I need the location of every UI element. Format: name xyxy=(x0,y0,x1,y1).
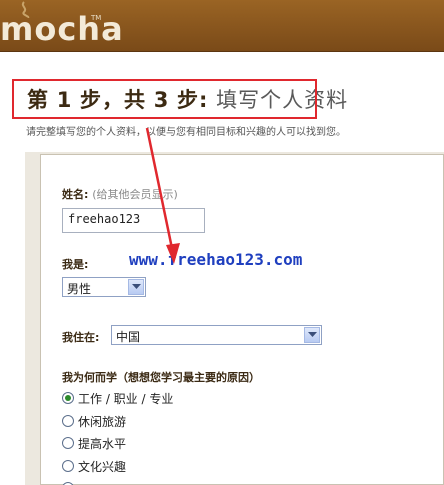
gender-select[interactable]: 男性 xyxy=(62,277,146,297)
intro-text: 请完整填写您的个人资料，以便与您有相同目标和兴趣的人可以找到您。 xyxy=(26,127,346,138)
chevron-down-icon[interactable] xyxy=(128,279,144,295)
name-input[interactable]: freehao123 xyxy=(62,208,205,233)
gender-label: 我是: xyxy=(62,258,89,271)
name-label: 姓名: (给其他会员显示) xyxy=(62,188,178,201)
radio-button[interactable] xyxy=(62,460,74,472)
radio-button[interactable] xyxy=(62,437,74,449)
watermark-text: www.freehao123.com xyxy=(129,250,303,269)
logo[interactable]: mocha xyxy=(0,10,124,48)
radio-button[interactable] xyxy=(62,415,74,427)
reason-label: 我为何而学（想想您学习最主要的原因） xyxy=(62,371,260,384)
annotation-highlight-box xyxy=(12,79,317,119)
location-select[interactable]: 中国 xyxy=(111,325,322,345)
name-hint: (给其他会员显示) xyxy=(92,188,178,201)
logo-trademark: TM xyxy=(91,14,102,22)
location-label: 我住在: xyxy=(62,331,100,344)
radio-button[interactable] xyxy=(62,392,74,404)
site-header: mocha TM xyxy=(0,0,444,52)
chevron-down-icon[interactable] xyxy=(304,327,320,343)
